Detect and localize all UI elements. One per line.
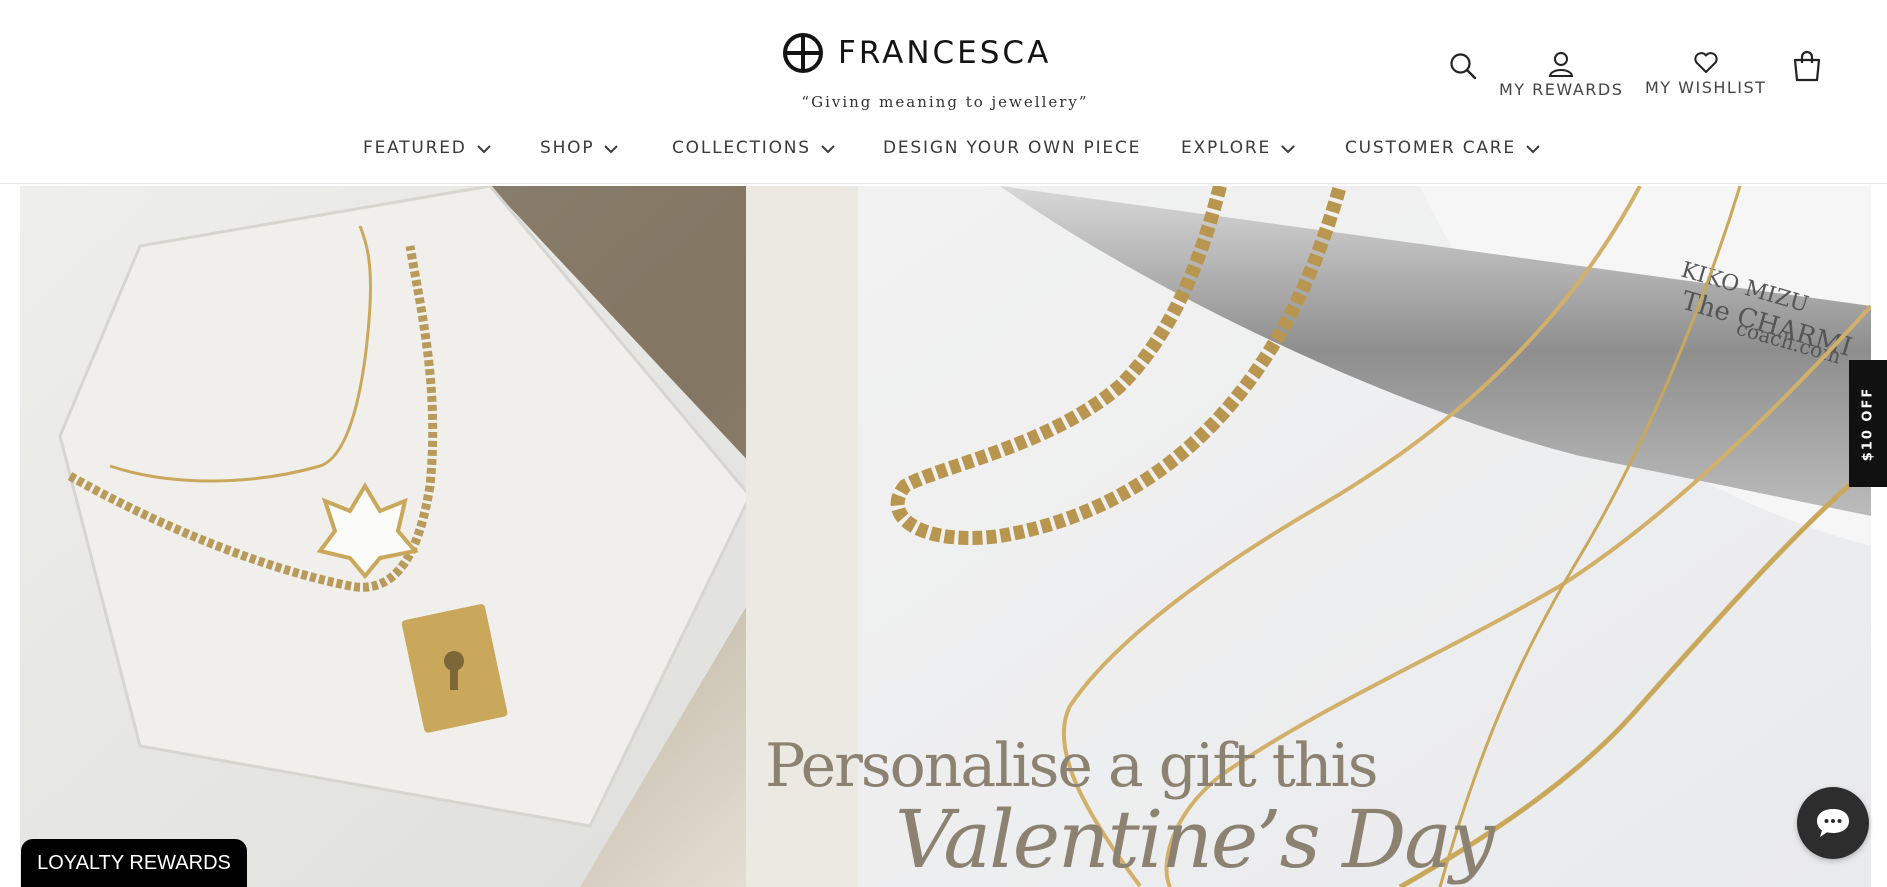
main-navigation: FEATURED SHOP COLLECTIONS DESIGN YOUR OW… bbox=[0, 138, 1887, 166]
nav-item-label: FEATURED bbox=[363, 138, 467, 158]
nav-item-featured[interactable]: FEATURED bbox=[363, 138, 491, 158]
site-header: FRANCESCA “Giving meaning to jewellery” … bbox=[0, 0, 1887, 184]
nav-item-collections[interactable]: COLLECTIONS bbox=[672, 138, 835, 158]
search-icon bbox=[1450, 53, 1477, 80]
nav-item-customer-care[interactable]: CUSTOMER CARE bbox=[1345, 138, 1540, 158]
shopping-bag-icon bbox=[1793, 50, 1821, 82]
my-wishlist-link[interactable]: MY WISHLIST bbox=[1645, 50, 1766, 97]
nav-item-label: SHOP bbox=[540, 138, 595, 158]
chevron-down-icon bbox=[1526, 144, 1540, 153]
my-rewards-label: MY REWARDS bbox=[1499, 80, 1624, 99]
chevron-down-icon bbox=[604, 144, 619, 153]
nav-item-label: EXPLORE bbox=[1181, 138, 1272, 158]
nav-item-label: DESIGN YOUR OWN PIECE bbox=[883, 138, 1142, 158]
chevron-down-icon bbox=[1281, 144, 1295, 153]
chevron-down-icon bbox=[821, 144, 835, 153]
hero-subheading: Valentine’s Day bbox=[895, 793, 1495, 886]
my-wishlist-label: MY WISHLIST bbox=[1645, 78, 1767, 97]
nav-item-label: CUSTOMER CARE bbox=[1345, 138, 1516, 158]
nav-item-design-your-own-piece[interactable]: DESIGN YOUR OWN PIECE bbox=[883, 138, 1141, 158]
discount-offer-label: $10 OFF bbox=[1860, 386, 1876, 461]
cart-button[interactable] bbox=[1792, 50, 1822, 82]
chat-bubble-icon bbox=[1817, 809, 1849, 837]
loyalty-rewards-label: LOYALTY REWARDS bbox=[37, 851, 231, 874]
nav-item-explore[interactable]: EXPLORE bbox=[1181, 138, 1295, 158]
brand-tagline: “Giving meaning to jewellery” bbox=[801, 93, 1089, 111]
nav-item-label: COLLECTIONS bbox=[672, 138, 811, 158]
heart-icon bbox=[1694, 52, 1718, 73]
chevron-down-icon bbox=[476, 144, 491, 153]
user-icon bbox=[1549, 52, 1574, 77]
hero-banner[interactable]: KIKO MIZU The CHARMI coach.com Personali… bbox=[20, 186, 1871, 887]
brand-logo[interactable]: FRANCESCA bbox=[782, 32, 1051, 74]
chat-button[interactable] bbox=[1797, 787, 1869, 859]
hero-heading: Personalise a gift this bbox=[765, 731, 1379, 801]
loyalty-rewards-button[interactable]: LOYALTY REWARDS bbox=[21, 839, 247, 887]
nav-item-shop[interactable]: SHOP bbox=[540, 138, 619, 158]
brand-logo-icon bbox=[783, 33, 823, 73]
search-button[interactable] bbox=[1449, 52, 1477, 80]
discount-offer-tab[interactable]: $10 OFF bbox=[1849, 360, 1887, 487]
brand-name: FRANCESCA bbox=[838, 35, 1052, 71]
my-rewards-link[interactable]: MY REWARDS bbox=[1499, 50, 1623, 99]
